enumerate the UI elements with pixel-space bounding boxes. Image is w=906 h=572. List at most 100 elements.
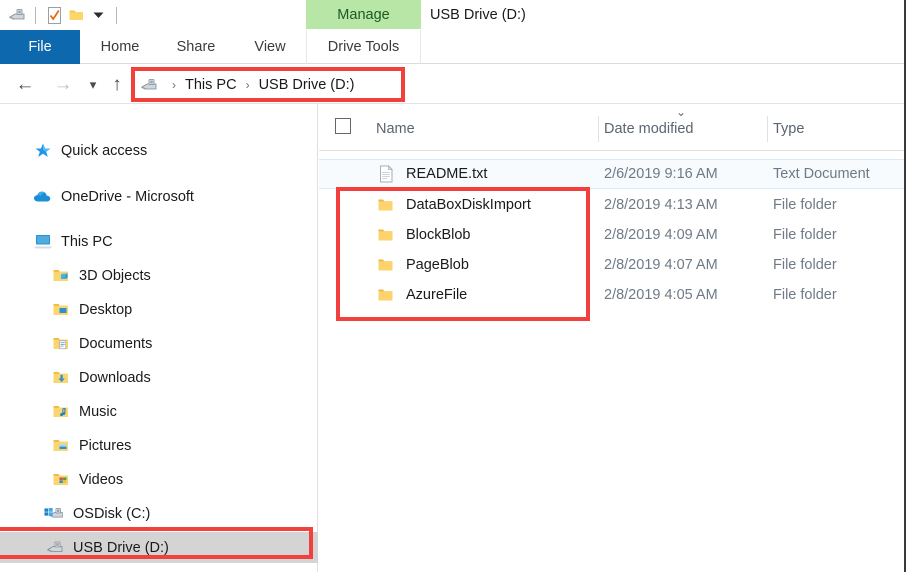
up-arrow-icon[interactable]: ↑	[106, 74, 128, 96]
sort-indicator-icon: ⌄	[676, 105, 687, 119]
tab-home[interactable]: Home	[82, 30, 158, 64]
customize-chevron-icon[interactable]	[87, 4, 109, 26]
tab-view[interactable]: View	[234, 30, 306, 64]
file-name-label: PageBlob	[406, 257, 469, 273]
breadcrumb-separator: ›	[172, 78, 176, 92]
file-name-label: DataBoxDiskImport	[406, 197, 531, 213]
sidebar-item-downloads[interactable]: Downloads	[0, 362, 318, 393]
window-title: USB Drive (D:)	[430, 6, 526, 23]
sidebar-item-label: Videos	[79, 471, 124, 488]
sidebar-item-onedrive[interactable]: OneDrive - Microsoft	[0, 181, 318, 212]
file-name-cell: AzureFile	[376, 285, 467, 305]
file-date-cell: 2/8/2019 4:05 AM	[604, 287, 718, 303]
file-name-label: AzureFile	[406, 287, 468, 303]
breadcrumb-path[interactable]: › This PC › USB Drive (D:)	[140, 74, 356, 96]
folder-3d-icon	[50, 266, 72, 286]
sidebar-item-documents[interactable]: Documents	[0, 328, 318, 359]
sidebar-item-label: OneDrive - Microsoft	[61, 188, 194, 205]
folder-music-icon	[50, 402, 72, 422]
sidebar-item-osdisk[interactable]: OSDisk (C:)	[0, 498, 318, 529]
sidebar-item-videos[interactable]: Videos	[0, 464, 318, 495]
folder-desktop-icon	[50, 300, 72, 320]
file-name-cell: README.txt	[376, 164, 487, 184]
sidebar-item-quick-access[interactable]: Quick access	[0, 135, 318, 166]
file-date-cell: 2/8/2019 4:09 AM	[604, 227, 718, 243]
qat-separator-1	[35, 6, 36, 24]
file-name-label: BlockBlob	[406, 227, 471, 243]
sidebar-item-label: USB Drive (D:)	[73, 539, 169, 556]
new-folder-icon[interactable]	[65, 4, 87, 26]
column-header-type[interactable]: Type	[773, 119, 804, 139]
star-icon	[32, 141, 54, 161]
sidebar-item-label: Desktop	[79, 301, 133, 318]
table-row[interactable]: DataBoxDiskImport 2/8/2019 4:13 AM File …	[319, 190, 904, 220]
cloud-icon	[32, 187, 54, 207]
computer-icon	[32, 232, 54, 252]
file-type-cell: File folder	[773, 227, 837, 243]
back-arrow-icon[interactable]: ←	[14, 74, 36, 96]
file-date-cell: 2/8/2019 4:13 AM	[604, 197, 718, 213]
qat-separator-2	[116, 6, 117, 24]
breadcrumb-this-pc[interactable]: This PC	[183, 77, 239, 93]
column-divider[interactable]	[598, 116, 599, 142]
column-header-row: ⌄ Name Date modified Type	[319, 104, 904, 151]
folder-videos-icon	[50, 470, 72, 490]
file-type-cell: Text Document	[773, 166, 870, 182]
file-name-label: README.txt	[406, 166, 488, 182]
table-row[interactable]: README.txt 2/6/2019 9:16 AM Text Documen…	[319, 159, 904, 189]
folder-icon	[376, 255, 396, 275]
contextual-tab-group-manage[interactable]: Manage	[306, 0, 421, 29]
sidebar-item-pictures[interactable]: Pictures	[0, 430, 318, 461]
table-row[interactable]: PageBlob 2/8/2019 4:07 AM File folder	[319, 250, 904, 280]
navigation-pane: Quick access OneDrive - Microsoft This P…	[0, 104, 318, 572]
sidebar-item-desktop[interactable]: Desktop	[0, 294, 318, 325]
table-row[interactable]: BlockBlob 2/8/2019 4:09 AM File folder	[319, 220, 904, 250]
file-type-cell: File folder	[773, 197, 837, 213]
file-list-pane: ⌄ Name Date modified Type README.txt 2/6…	[319, 104, 904, 572]
column-divider[interactable]	[767, 116, 768, 142]
folder-icon	[376, 225, 396, 245]
properties-icon[interactable]	[43, 4, 65, 26]
column-header-date-modified[interactable]: Date modified	[604, 119, 693, 139]
file-date-cell: 2/8/2019 4:07 AM	[604, 257, 718, 273]
sidebar-item-label: Quick access	[61, 142, 148, 159]
file-name-cell: PageBlob	[376, 255, 469, 275]
file-date-cell: 2/6/2019 9:16 AM	[604, 166, 718, 182]
text-file-icon	[376, 164, 396, 184]
file-type-cell: File folder	[773, 257, 837, 273]
folder-downloads-icon	[50, 368, 72, 388]
ribbon-tab-strip: File Home Share View Drive Tools	[0, 30, 904, 64]
tab-file[interactable]: File	[0, 30, 80, 64]
sidebar-item-music[interactable]: Music	[0, 396, 318, 427]
column-header-name[interactable]: Name	[376, 119, 415, 139]
recent-locations-chevron-icon[interactable]: ▾	[82, 74, 104, 96]
title-bar: Manage USB Drive (D:)	[0, 0, 904, 30]
folder-documents-icon	[50, 334, 72, 354]
windows-drive-icon	[44, 504, 66, 524]
sidebar-item-label: OSDisk (C:)	[73, 505, 151, 522]
sidebar-item-label: Music	[79, 403, 117, 420]
sidebar-item-usb-drive[interactable]: USB Drive (D:)	[0, 532, 318, 563]
sidebar-item-3d-objects[interactable]: 3D Objects	[0, 260, 318, 291]
folder-icon	[376, 195, 396, 215]
address-bar: ← → ▾ ↑ › This PC › USB Drive (D:)	[0, 65, 904, 104]
file-name-cell: DataBoxDiskImport	[376, 195, 531, 215]
usb-drive-icon[interactable]	[6, 4, 28, 26]
quick-access-toolbar	[6, 2, 124, 28]
breadcrumb-usb-drive[interactable]: USB Drive (D:)	[257, 77, 357, 93]
folder-pictures-icon	[50, 436, 72, 456]
sidebar-item-label: 3D Objects	[79, 267, 151, 284]
folder-icon	[376, 285, 396, 305]
file-name-cell: BlockBlob	[376, 225, 470, 245]
tab-share[interactable]: Share	[158, 30, 234, 64]
select-all-checkbox[interactable]	[335, 118, 351, 134]
sidebar-item-label: This PC	[61, 233, 113, 250]
tab-drive-tools[interactable]: Drive Tools	[306, 30, 421, 64]
file-explorer-window: Manage USB Drive (D:) File Home Share Vi…	[0, 0, 906, 572]
sidebar-item-this-pc[interactable]: This PC	[0, 226, 318, 257]
sidebar-item-label: Pictures	[79, 437, 132, 454]
usb-drive-icon	[140, 77, 159, 94]
forward-arrow-icon[interactable]: →	[52, 74, 74, 96]
table-row[interactable]: AzureFile 2/8/2019 4:05 AM File folder	[319, 280, 904, 310]
usb-drive-icon	[44, 538, 66, 558]
